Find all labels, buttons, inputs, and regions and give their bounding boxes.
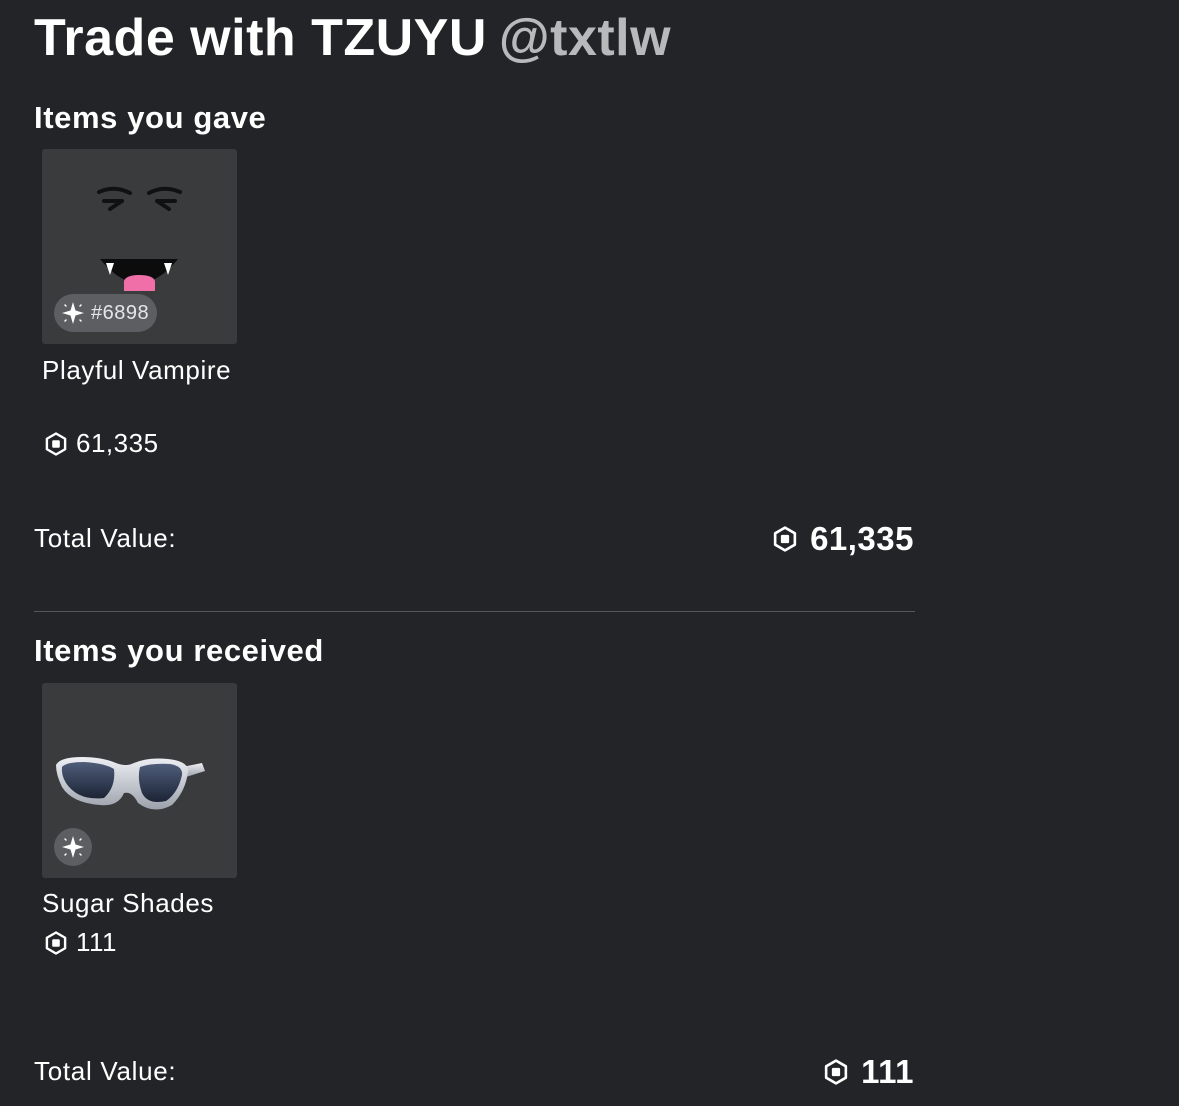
serial-number: #6898 — [91, 301, 150, 324]
gave-section-heading: Items you gave — [34, 100, 267, 135]
received-section-heading: Items you received — [34, 633, 324, 668]
item-card-playful-vampire[interactable]: #6898 — [42, 149, 237, 344]
section-divider — [34, 611, 915, 612]
item-name[interactable]: Playful Vampire — [42, 353, 252, 387]
robux-icon — [45, 930, 67, 955]
page-title: Trade with TZUYU — [34, 9, 487, 67]
item-name[interactable]: Sugar Shades — [42, 886, 252, 920]
gave-total-label: Total Value: — [34, 523, 177, 553]
received-total-amount: 111 — [861, 1053, 914, 1090]
trade-partner-handle[interactable]: @txtlw — [499, 8, 671, 68]
item-value-amount: 61,335 — [76, 428, 159, 458]
item-value: 111 — [44, 927, 117, 958]
gave-total-value: 61,335 — [772, 520, 914, 558]
item-card-sugar-shades[interactable] — [42, 683, 237, 878]
robux-icon — [45, 431, 67, 456]
robux-icon — [824, 1059, 848, 1085]
page-header: Trade with TZUYU @txtlw — [34, 8, 671, 68]
robux-icon — [773, 526, 797, 552]
limited-badge — [54, 828, 92, 866]
received-total-label: Total Value: — [34, 1056, 177, 1086]
sparkle-icon — [62, 302, 84, 324]
item-value-amount: 111 — [76, 927, 118, 957]
received-total-value: 111 — [823, 1053, 914, 1091]
sparkle-icon — [62, 836, 84, 858]
item-value: 61,335 — [44, 428, 159, 459]
gave-total-amount: 61,335 — [810, 520, 914, 557]
limited-serial-badge: #6898 — [54, 294, 158, 332]
